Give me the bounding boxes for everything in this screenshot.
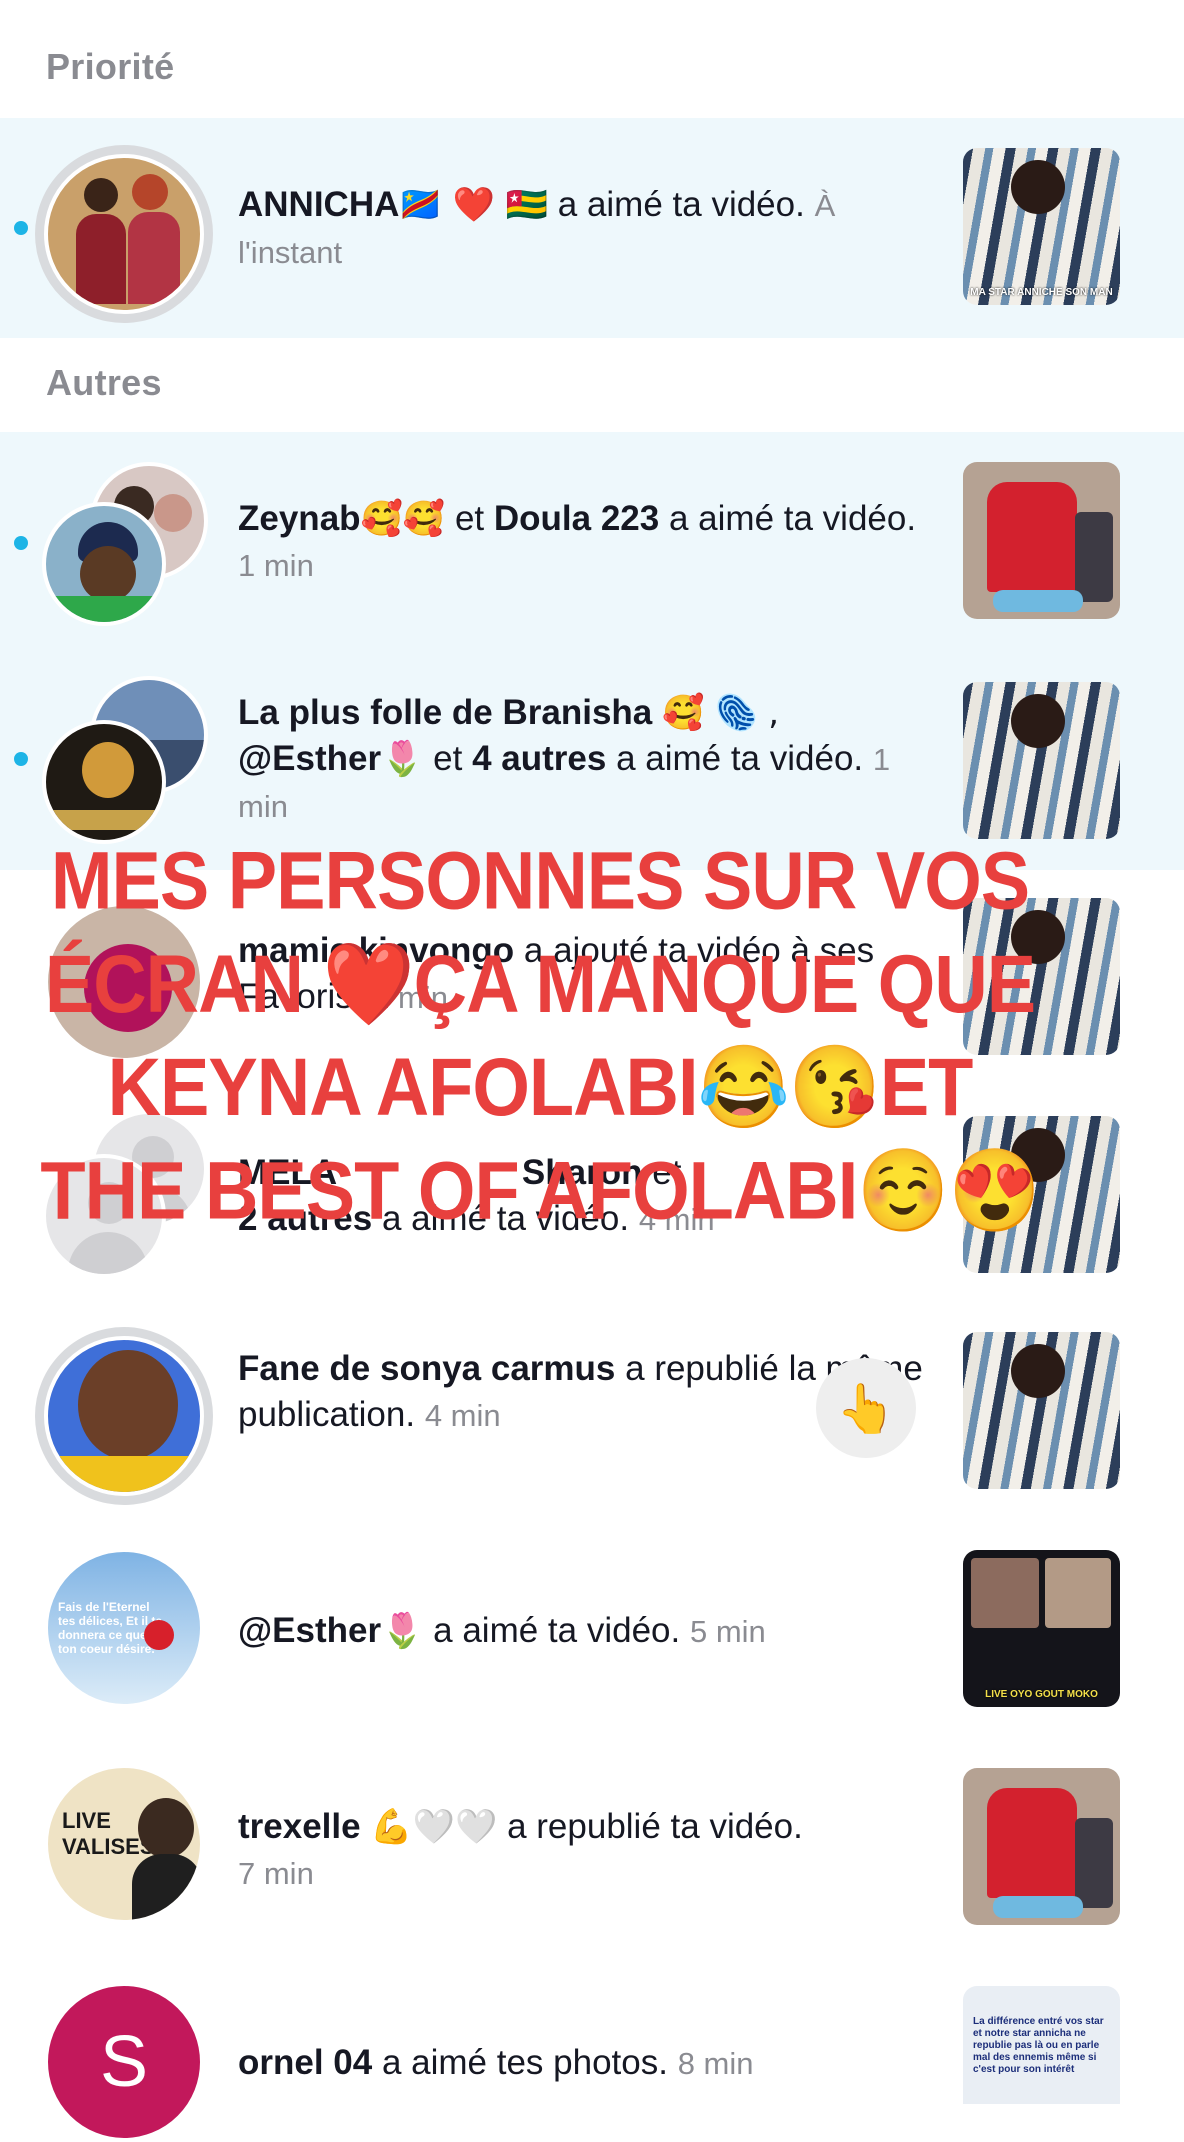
wave-button[interactable]: 👆 <box>816 1358 916 1458</box>
notification-row[interactable]: Fais de l'Eternel tes délices, Et il te … <box>0 1524 1184 1742</box>
user-name: @Esther <box>238 1611 382 1650</box>
video-thumbnail[interactable]: MA STAR ANNICHE SON MAN <box>963 148 1120 305</box>
video-thumbnail[interactable] <box>963 682 1120 839</box>
video-thumbnail[interactable]: LIVE OYO GOUT MOKO <box>963 1550 1120 1707</box>
avatar[interactable] <box>42 502 166 626</box>
notification-row[interactable]: ANNICHA🇨🇩 ❤️ 🇹🇬 a aimé ta vidéo. À l'ins… <box>0 118 1184 338</box>
user-name: La plus folle de Branisha <box>238 693 653 732</box>
avatar[interactable]: LIVE VALISES <box>44 1764 204 1924</box>
overlay-caption: Mes personnes sur vos écran ❤️ça manque … <box>40 834 1040 1237</box>
notification-row[interactable]: Zeynab🥰🥰 et Doula 223 a aimé ta vidéo. 1… <box>0 432 1184 652</box>
user-name: Zeynab <box>238 499 361 538</box>
timestamp: 4 min <box>424 1398 501 1433</box>
user-name: ornel 04 <box>238 2043 373 2082</box>
video-thumbnail[interactable] <box>963 1332 1120 1489</box>
user-name: Doula 223 <box>493 499 660 538</box>
avatar[interactable] <box>42 720 166 844</box>
avatar-letter: S <box>99 2022 149 2102</box>
user-name: Fane de sonya carmus <box>238 1349 616 1388</box>
timestamp: 8 min <box>677 2046 754 2081</box>
user-name: trexelle <box>238 1807 361 1846</box>
notification-row[interactable]: Fane de sonya carmus a republié la même … <box>0 1306 1184 1524</box>
timestamp: 5 min <box>689 1614 766 1649</box>
section-title-priority: Priorité <box>46 46 175 87</box>
notification-text: La plus folle de Branisha 🥰 🫆 , @Esther🌷… <box>238 693 891 824</box>
unread-dot <box>14 221 28 235</box>
section-title-others: Autres <box>46 362 162 403</box>
avatar[interactable] <box>44 1336 204 1496</box>
flag-emojis: 🇨🇩 ❤️ 🇹🇬 <box>399 185 549 225</box>
notification-row[interactable]: LIVE VALISES trexelle 💪🤍🤍 a republié ta … <box>0 1742 1184 1960</box>
avatar[interactable] <box>44 154 204 314</box>
user-name: ANNICHA <box>238 185 400 224</box>
action-text: a aimé ta vidéo. <box>557 185 805 224</box>
notification-text: ornel 04 a aimé tes photos. 8 min <box>238 2043 754 2082</box>
avatar[interactable]: Fais de l'Eternel tes délices, Et il te … <box>44 1548 204 1708</box>
unread-dot <box>14 752 28 766</box>
notification-row[interactable]: S ornel 04 a aimé tes photos. 8 min La d… <box>0 1960 1184 2142</box>
unread-dot <box>14 536 28 550</box>
user-name: @Esther <box>238 739 382 778</box>
avatar[interactable]: S <box>44 1982 204 2142</box>
notification-text: ANNICHA🇨🇩 ❤️ 🇹🇬 a aimé ta vidéo. À l'ins… <box>238 182 938 276</box>
pointing-hand-icon: 👆 <box>836 1380 896 1437</box>
notification-text: @Esther🌷 a aimé ta vidéo. 5 min <box>238 1611 766 1651</box>
photo-thumbnail[interactable]: La différence entré vos star et notre st… <box>963 1986 1120 2104</box>
video-thumbnail[interactable] <box>963 462 1120 619</box>
notification-text: trexelle 💪🤍🤍 a republié ta vidéo. 7 min <box>238 1807 803 1891</box>
notification-text: Zeynab🥰🥰 et Doula 223 a aimé ta vidéo. 1… <box>238 499 917 583</box>
timestamp: 7 min <box>238 1856 314 1891</box>
video-thumbnail[interactable] <box>963 1768 1120 1925</box>
timestamp: 1 min <box>238 548 314 583</box>
